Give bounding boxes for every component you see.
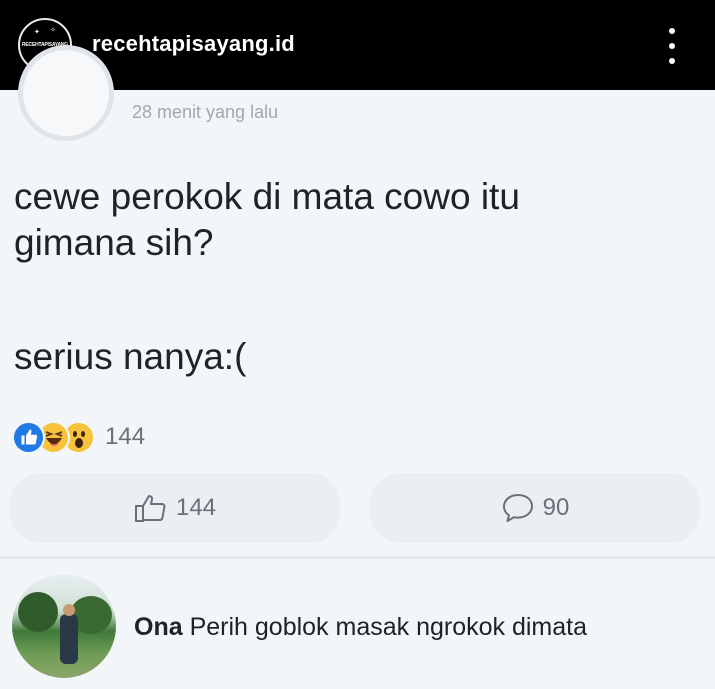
comment-item: Ona Perih goblok masak ngrokok dimata — [0, 559, 715, 689]
post-body: cewe perokok di mata cowo itu gimana sih… — [14, 174, 704, 266]
star-icon: ✧ — [50, 27, 56, 34]
comment-button[interactable]: 90 — [370, 473, 700, 543]
comment-author[interactable]: Ona — [134, 613, 183, 641]
post-timestamp: 28 menit yang lalu — [132, 102, 279, 122]
facebook-post: 28 menit yang lalu cewe perokok di mata … — [0, 45, 715, 558]
like-reaction-icon — [12, 420, 45, 454]
more-options-icon[interactable] — [662, 28, 682, 64]
comment-count: 90 — [542, 494, 570, 521]
post-text-line: serius nanya:( — [14, 336, 247, 377]
like-count: 144 — [175, 494, 217, 521]
reaction-summary[interactable]: 144 — [12, 419, 145, 455]
thumbs-up-icon — [134, 495, 166, 522]
commenter-avatar[interactable] — [12, 574, 116, 678]
star-icon: ✦ — [34, 29, 40, 36]
like-button[interactable]: 144 — [10, 473, 340, 543]
post-text-line: cewe perokok di mata cowo itu — [14, 176, 520, 217]
comment-body: Ona Perih goblok masak ngrokok dimata — [134, 613, 587, 642]
comment-icon — [502, 494, 533, 522]
reaction-count: 144 — [105, 423, 146, 450]
poster-avatar — [18, 45, 114, 141]
username[interactable]: recehtapisayang.id — [92, 31, 295, 57]
comment-text: Perih goblok masak ngrokok dimata — [189, 613, 588, 641]
post-text-line: gimana sih? — [14, 222, 214, 263]
